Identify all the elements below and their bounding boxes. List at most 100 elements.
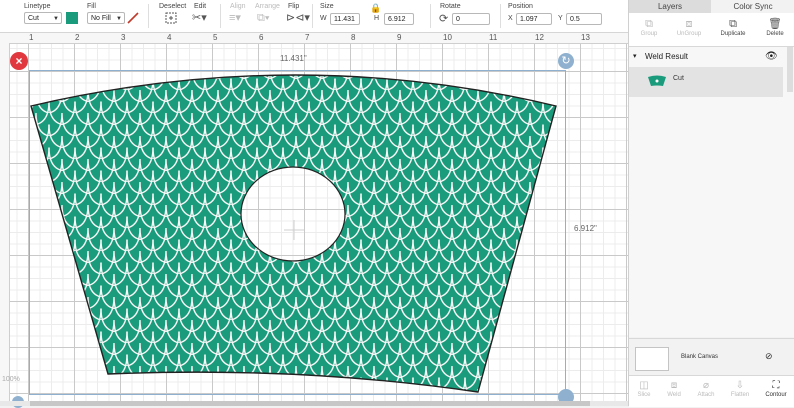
attach-button[interactable]: ⌀ Attach (691, 379, 721, 398)
ruler-number: 2 (75, 33, 80, 42)
chevron-down-icon: ▼ (53, 16, 59, 22)
fill-group: Fill (87, 2, 96, 11)
align-group: Align (230, 2, 246, 11)
align-label: Align (230, 3, 246, 10)
flip-icon[interactable]: ⊳⊲▾ (286, 12, 310, 24)
attach-label: Attach (697, 392, 715, 398)
weld-result-design[interactable] (10, 44, 628, 406)
rotate-input[interactable]: 0 (452, 13, 490, 25)
weld-label: Weld (667, 392, 681, 398)
vertical-ruler (0, 43, 10, 406)
fill-select[interactable]: No Fill ▼ (87, 12, 125, 24)
slice-button[interactable]: ◫ Slice (629, 379, 659, 398)
rotate-handle-icon[interactable]: ↻ (558, 53, 574, 69)
blank-canvas-row[interactable]: Blank Canvas ⊘ (629, 338, 794, 376)
close-icon[interactable]: × (10, 52, 28, 70)
delete-label: Delete (766, 31, 784, 37)
toolbar-divider (220, 4, 221, 28)
duplicate-label: Duplicate (720, 31, 746, 37)
rotate-label: Rotate (440, 3, 461, 10)
chevron-down-icon: ▼ (116, 16, 122, 22)
flatten-icon: ⇩ (735, 380, 745, 391)
duplicate-icon: ⧉ (729, 18, 737, 30)
arrange-icon[interactable]: ⧉▾ (257, 12, 269, 24)
design-canvas[interactable]: 11.431" 6.912" × ↻ 100% (2, 44, 628, 408)
width-input[interactable]: 11.431 (330, 13, 360, 25)
ungroup-label: UnGroup (676, 31, 702, 37)
position-group: Position (508, 2, 533, 11)
layer-thumbnail (648, 75, 666, 86)
edit-scissors-icon[interactable]: ✂▾ (192, 12, 207, 24)
layer-group-label: Weld Result (645, 52, 688, 61)
tab-layers[interactable]: Layers (629, 0, 711, 13)
ruler-number: 7 (305, 33, 310, 42)
contour-label: Contour (765, 392, 787, 398)
slice-label: Slice (637, 392, 651, 398)
scrollbar-thumb[interactable] (30, 401, 590, 406)
weld-button[interactable]: ⧈ Weld (659, 379, 689, 398)
flatten-button[interactable]: ⇩ Flatten (725, 379, 755, 398)
linetype-group: Linetype (24, 2, 50, 11)
delete-button[interactable]: 🗑 Delete (755, 17, 794, 37)
toolbar-divider (430, 4, 431, 28)
blank-canvas-thumbnail (635, 347, 669, 371)
size-group: Size (320, 2, 334, 11)
linetype-label: Linetype (24, 3, 51, 10)
ungroup-icon: ⧈ (685, 18, 693, 30)
y-input[interactable]: 0.5 (566, 13, 602, 25)
ruler-number: 4 (167, 33, 172, 42)
rotate-group: Rotate (440, 2, 461, 11)
ungroup-button[interactable]: ⧈ UnGroup (669, 17, 709, 37)
y-label: Y (558, 15, 563, 22)
toolbar-divider (148, 4, 149, 28)
toolbar-divider (312, 4, 313, 28)
edit-group: Edit (194, 2, 206, 11)
linetype-value: Cut (28, 15, 39, 22)
group-button[interactable]: ⧉ Group (629, 17, 669, 37)
deselect-group: Deselect (159, 2, 186, 11)
tab-color-sync[interactable]: Color Sync (711, 0, 794, 13)
ruler-number: 12 (535, 33, 544, 42)
ruler-number: 10 (443, 33, 452, 42)
rotate-icon: ⟳ (439, 13, 449, 25)
attach-icon: ⌀ (702, 380, 710, 391)
width-label: W (320, 15, 327, 22)
duplicate-button[interactable]: ⧉ Duplicate (713, 17, 753, 37)
height-label: H (374, 15, 380, 22)
linetype-color-swatch[interactable] (66, 12, 78, 24)
panel-tabs: Layers Color Sync (629, 0, 794, 13)
height-input[interactable]: 6.912 (384, 13, 414, 25)
position-label: Position (508, 3, 533, 10)
flip-group: Flip (288, 2, 299, 11)
layer-actions: ⧉ Group ⧈ UnGroup ⧉ Duplicate 🗑 Delete (629, 13, 794, 47)
ruler-number: 13 (581, 33, 590, 42)
trash-icon: 🗑 (768, 18, 782, 30)
caret-down-icon[interactable]: ▾ (633, 49, 637, 65)
ruler-number: 3 (121, 33, 126, 42)
arrange-label: Arrange (255, 3, 280, 10)
ruler-number: 9 (397, 33, 402, 42)
horizontal-scrollbar[interactable] (0, 401, 628, 406)
linetype-select[interactable]: Cut ▼ (24, 12, 62, 24)
flip-label: Flip (288, 3, 300, 10)
deselect-icon[interactable] (165, 12, 177, 24)
layer-list: ▾ Weld Result 👁 Cut (629, 47, 794, 337)
arrange-group: Arrange (255, 2, 280, 11)
eye-hidden-icon[interactable]: ⊘ (765, 351, 773, 362)
eye-icon[interactable]: 👁 (765, 49, 778, 65)
panel-scrollbar[interactable] (787, 47, 793, 92)
toolbar-divider (500, 4, 501, 28)
blank-canvas-label: Blank Canvas (681, 354, 719, 360)
contour-button[interactable]: ⛶ Contour (761, 379, 791, 398)
layer-group-weld-result[interactable]: ▾ Weld Result 👁 (629, 49, 783, 65)
align-icon[interactable]: ≡▾ (229, 12, 241, 24)
flatten-label: Flatten (730, 392, 750, 398)
x-input[interactable]: 1.097 (516, 13, 552, 25)
lock-icon[interactable]: 🔒 (370, 2, 381, 14)
x-label: X (508, 15, 513, 22)
layer-item-cut[interactable]: Cut (629, 67, 783, 97)
group-icon: ⧉ (645, 18, 653, 30)
ruler-number: 5 (213, 33, 218, 42)
layers-panel: Layers Color Sync ⧉ Group ⧈ UnGroup ⧉ Dupli… (628, 0, 794, 407)
no-fill-pen-icon[interactable] (127, 12, 139, 24)
